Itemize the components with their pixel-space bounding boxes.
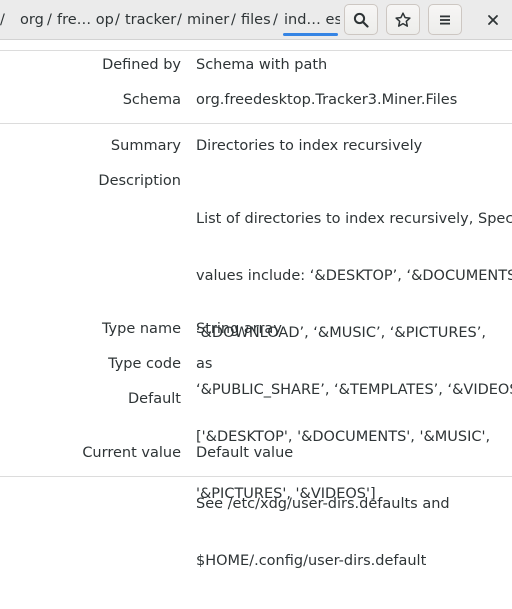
current-value-label: Current value	[82, 445, 181, 461]
breadcrumb-item-org[interactable]: org	[20, 10, 44, 30]
type-name-value: String array	[196, 321, 282, 337]
schema-label: Schema	[122, 92, 181, 108]
star-icon	[395, 11, 411, 27]
description-line: List of directories to index recursively…	[196, 211, 512, 227]
summary-label: Summary	[110, 138, 181, 154]
close-window-button[interactable]	[476, 4, 510, 35]
description-line: values include: ‘&DESKTOP’, ‘&DOCUMENTS’…	[196, 268, 512, 284]
breadcrumb-item-files[interactable]: files	[241, 10, 271, 30]
breadcrumb-separator: /	[47, 12, 52, 28]
defined-by-label: Defined by	[102, 57, 181, 73]
bookmark-button[interactable]	[386, 4, 420, 35]
type-name-label: Type name	[101, 321, 181, 337]
breadcrumb-separator: /	[115, 12, 120, 28]
breadcrumb-separator: /	[177, 12, 182, 28]
summary-value: Directories to index recursively	[196, 138, 423, 154]
breadcrumb-item-index-directories[interactable]: ind… es	[284, 10, 340, 30]
main-menu-button[interactable]	[428, 4, 462, 35]
description-line: $HOME/.config/user-dirs.default	[196, 553, 427, 569]
breadcrumb-separator: /	[273, 12, 278, 28]
schema-value: org.freedesktop.Tracker3.Miner.Files	[196, 92, 458, 108]
search-icon	[353, 12, 369, 28]
section-divider	[0, 123, 512, 124]
breadcrumb-separator: /	[0, 12, 5, 28]
key-properties-panel: Defined by Schema with path Schema org.f…	[0, 40, 512, 569]
hamburger-menu-icon	[440, 15, 450, 24]
active-crumb-underline	[283, 33, 338, 36]
description-label: Description	[98, 173, 181, 189]
close-icon	[488, 14, 498, 25]
section-divider	[0, 50, 512, 51]
breadcrumb-item-miner[interactable]: miner	[187, 10, 229, 30]
current-value-value: Default value	[196, 445, 294, 461]
header-bar: / org / fre… op / tracker / miner / file…	[0, 0, 512, 40]
default-line: '&PICTURES', '&VIDEOS']	[196, 486, 376, 502]
breadcrumb: / org / fre… op / tracker / miner / file…	[0, 0, 340, 40]
section-divider	[0, 476, 512, 477]
defined-by-value: Schema with path	[196, 57, 328, 73]
breadcrumb-item-freedesktop[interactable]: fre… op	[57, 10, 114, 30]
type-code-label: Type code	[108, 356, 181, 372]
type-code-value: as	[196, 356, 213, 372]
search-button[interactable]	[344, 4, 378, 35]
breadcrumb-item-tracker[interactable]: tracker	[125, 10, 176, 30]
default-value: ['&DESKTOP', '&DOCUMENTS', '&MUSIC', '&P…	[196, 390, 508, 542]
default-label: Default	[128, 391, 181, 407]
breadcrumb-separator: /	[231, 12, 236, 28]
